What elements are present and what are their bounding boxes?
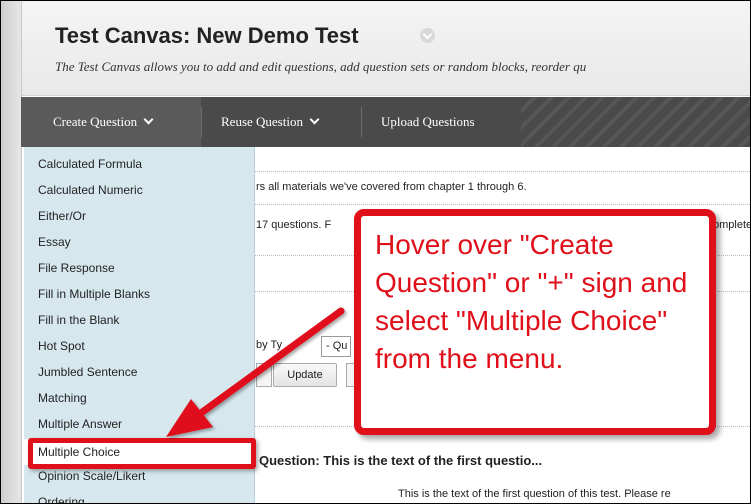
callout-text: Hover over "Create Question" or "+" sign… xyxy=(375,229,688,374)
screenshot-frame: Test Canvas: New Demo Test The Test Canv… xyxy=(0,0,751,504)
instruction-callout: Hover over "Create Question" or "+" sign… xyxy=(354,209,716,435)
